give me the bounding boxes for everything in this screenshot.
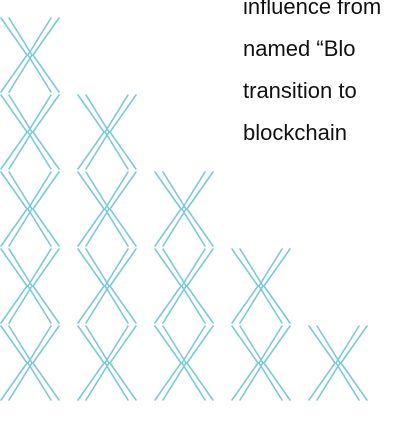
x-chevron-icon (0, 17, 60, 93)
x-chevron-icon (0, 94, 60, 170)
x-chevron-icon (77, 325, 137, 401)
x-chevron-icon (231, 248, 291, 324)
x-chevron-icon (308, 325, 368, 401)
body-text: influence from named “Blo transition to … (243, 0, 381, 154)
x-chevron-icon (0, 248, 60, 324)
x-chevron-icon (0, 325, 60, 401)
x-chevron-icon (0, 171, 60, 247)
x-chevron-icon (231, 325, 291, 401)
text-line: named “Blo (243, 36, 356, 61)
x-chevron-icon (77, 171, 137, 247)
x-chevron-icon (154, 248, 214, 324)
text-line: influence from (243, 0, 382, 19)
x-chevron-icon (77, 248, 137, 324)
text-line: blockchain (243, 120, 347, 145)
x-chevron-icon (154, 325, 214, 401)
x-chevron-icon (154, 171, 214, 247)
text-line: transition to (243, 78, 357, 103)
x-chevron-icon (77, 94, 137, 170)
